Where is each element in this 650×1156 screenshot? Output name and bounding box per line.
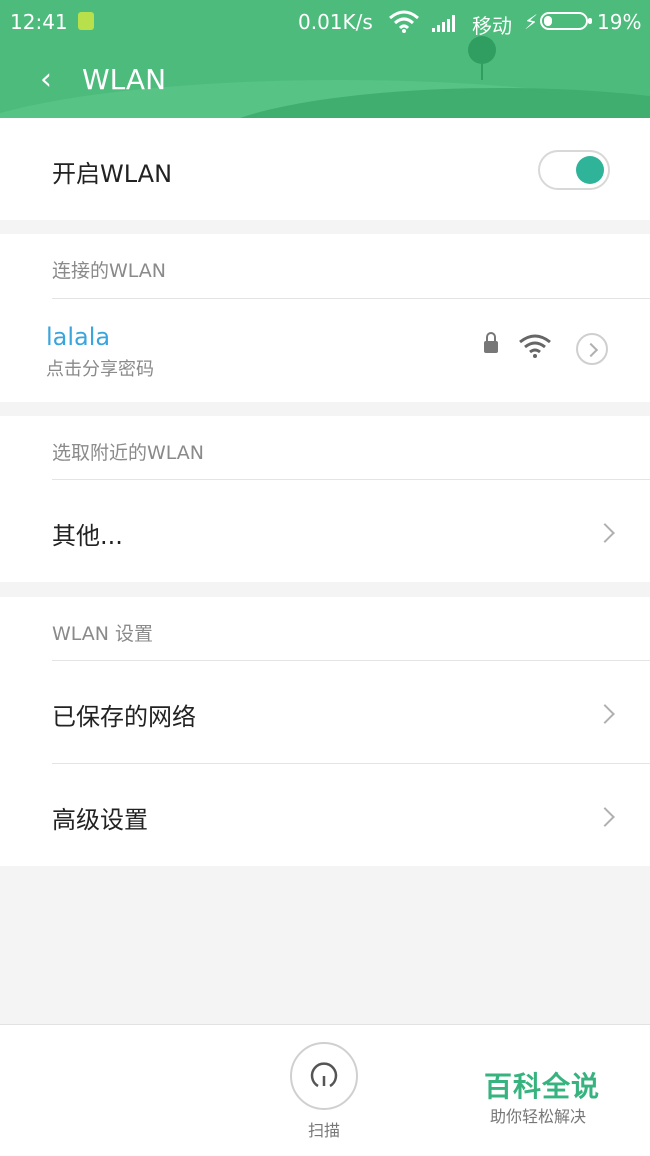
back-arrow-icon[interactable]: ‹ — [40, 62, 64, 98]
connected-network-row[interactable]: lalala 点击分享密码 — [0, 299, 650, 402]
other-network-row[interactable]: 其他... — [0, 480, 650, 582]
saved-networks-row[interactable]: 已保存的网络 — [0, 661, 650, 763]
watermark-subtitle: 助你轻松解决 — [490, 1107, 587, 1126]
signal-icon — [432, 15, 455, 32]
battery-icon — [540, 12, 592, 30]
scan-button[interactable] — [290, 1042, 358, 1110]
status-carrier: 移动 — [472, 14, 512, 38]
saved-networks-label: 已保存的网络 — [52, 703, 196, 731]
network-details-button[interactable] — [576, 333, 608, 365]
header: 12:41 0.01K/s 移动 ⚡ 19% ‹ WLAN — [0, 0, 650, 118]
scan-icon — [310, 1062, 338, 1088]
share-password-hint[interactable]: 点击分享密码 — [46, 355, 154, 381]
section-title-settings: WLAN 设置 — [52, 623, 154, 645]
wlan-toggle-switch[interactable] — [538, 150, 610, 190]
lock-icon — [484, 332, 498, 353]
sim-icon — [78, 12, 94, 30]
advanced-settings-row[interactable]: 高级设置 — [0, 764, 650, 866]
toggle-knob — [576, 156, 604, 184]
wlan-toggle-row[interactable]: 开启WLAN — [0, 118, 650, 220]
chevron-right-icon — [595, 523, 615, 543]
wifi-icon — [389, 10, 419, 33]
chevron-right-icon — [595, 807, 615, 827]
section-title-connected: 连接的WLAN — [52, 260, 167, 282]
status-speed: 0.01K/s — [298, 10, 373, 34]
chevron-right-icon — [595, 704, 615, 724]
wifi-strength-icon — [519, 334, 551, 358]
details-chevron-icon — [583, 342, 599, 358]
status-time: 12:41 — [10, 10, 68, 34]
advanced-settings-label: 高级设置 — [52, 806, 148, 834]
connected-section: 连接的WLAN lalala 点击分享密码 — [0, 234, 650, 402]
watermark-title: 百科全说 — [484, 1070, 601, 1103]
tree-trunk — [481, 62, 483, 80]
connected-network-name: lalala — [46, 323, 111, 351]
wlan-toggle-label: 开启WLAN — [52, 160, 173, 188]
status-bar: 12:41 0.01K/s 移动 ⚡ 19% — [0, 0, 650, 46]
bottom-bar: 扫描 百科全说 助你轻松解决 — [0, 1024, 650, 1156]
nearby-section: 选取附近的WLAN 其他... — [0, 416, 650, 582]
wlan-settings-section: WLAN 设置 已保存的网络 高级设置 — [0, 597, 650, 866]
charging-bolt-icon: ⚡ — [524, 10, 539, 34]
page-title: WLAN — [82, 63, 167, 96]
section-title-nearby: 选取附近的WLAN — [52, 442, 205, 464]
status-battery-percent: 19% — [597, 10, 642, 34]
scan-label: 扫描 — [308, 1121, 341, 1140]
other-network-label: 其他... — [52, 522, 123, 550]
